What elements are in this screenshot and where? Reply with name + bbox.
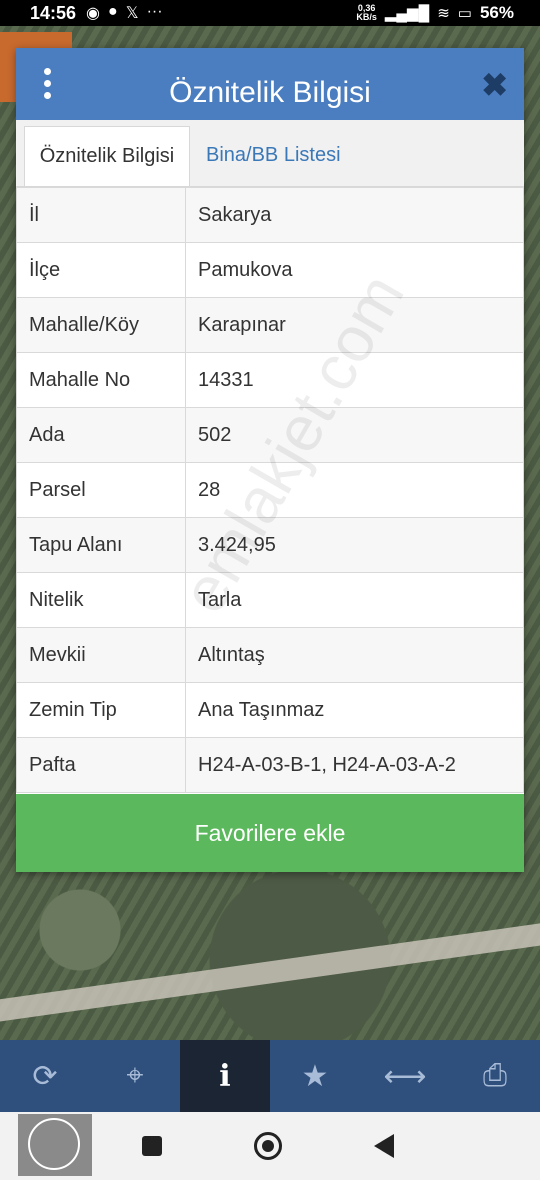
refresh-button[interactable]: ⟳ <box>0 1040 90 1112</box>
add-favorite-button[interactable]: Favorilere ekle <box>16 794 524 872</box>
table-row: Parsel 28 <box>16 462 524 518</box>
print-button[interactable]: ⎙ <box>450 1040 540 1112</box>
table-row: İl Sakarya <box>16 187 524 243</box>
attribute-key: Tapu Alanı <box>16 517 186 573</box>
attribute-value: Altıntaş <box>185 627 524 683</box>
tab-building-list[interactable]: Bina/BB Listesi <box>206 126 341 186</box>
logo-emblem <box>28 1118 80 1170</box>
battery-icon: ▭ <box>457 5 472 22</box>
home-button[interactable] <box>254 1132 282 1160</box>
locate-icon: ⌖ <box>126 1059 144 1092</box>
status-bar: 14:56 ◉ ● 𝕏 ··· 0,36 KB/s ▂▄▆█ ≋ ▭ 56% <box>0 0 540 26</box>
table-row: Mahalle No 14331 <box>16 352 524 408</box>
print-icon: ⎙ <box>483 1059 507 1092</box>
table-row: İlçe Pamukova <box>16 242 524 298</box>
attribute-key: Ada <box>16 407 186 463</box>
dialog-title: Öznitelik Bilgisi <box>169 76 371 109</box>
attribute-value: 3.424,95 <box>185 517 524 573</box>
agency-logo <box>18 1114 92 1176</box>
attribute-key: Mahalle/Köy <box>16 297 186 353</box>
attribute-value: 502 <box>185 407 524 463</box>
more-notifications-icon: ··· <box>146 3 163 20</box>
table-row: Mahalle/Köy Karapınar <box>16 297 524 353</box>
attribute-value: 28 <box>185 462 524 518</box>
attribute-value: Ana Taşınmaz <box>185 682 524 738</box>
measure-button[interactable]: ⟷ <box>360 1040 450 1112</box>
attribute-key: İl <box>16 187 186 243</box>
attribute-dialog: Öznitelik Bilgisi ✖ Öznitelik Bilgisi Bi… <box>16 48 524 872</box>
table-row: Pafta H24-A-03-B-1, H24-A-03-A-2 <box>16 737 524 793</box>
attribute-value: Sakarya <box>185 187 524 243</box>
whatsapp-icon: ◉ <box>86 5 101 22</box>
attribute-value: Tarla <box>185 572 524 628</box>
battery-level: 56% <box>479 3 514 22</box>
attribute-key: Nitelik <box>16 572 186 628</box>
recent-apps-button[interactable] <box>142 1136 162 1156</box>
star-icon: ★ <box>301 1059 329 1093</box>
table-row: Mevkii Altıntaş <box>16 627 524 683</box>
x-app-icon: 𝕏 <box>125 5 139 22</box>
locate-button[interactable]: ⌖ <box>90 1040 180 1112</box>
bottom-toolbar: ⟳ ⌖ i ★ ⟷ ⎙ <box>0 1040 540 1112</box>
attribute-value: Pamukova <box>185 242 524 298</box>
tab-bar: Öznitelik Bilgisi Bina/BB Listesi <box>16 120 524 187</box>
attribute-key: Pafta <box>16 737 186 793</box>
info-button[interactable]: i <box>180 1040 270 1112</box>
table-row: Ada 502 <box>16 407 524 463</box>
dialog-header: Öznitelik Bilgisi ✖ <box>16 48 524 120</box>
attribute-key: İlçe <box>16 242 186 298</box>
attribute-key: Parsel <box>16 462 186 518</box>
star-button[interactable]: ★ <box>270 1040 360 1112</box>
close-icon[interactable]: ✖ <box>481 66 508 104</box>
table-row: Nitelik Tarla <box>16 572 524 628</box>
wifi-icon: ≋ <box>437 5 450 22</box>
attribute-value: H24-A-03-B-1, H24-A-03-A-2 <box>185 737 524 793</box>
status-right: 0,36 KB/s ▂▄▆█ ≋ ▭ 56% <box>356 3 514 23</box>
attribute-table: İl Sakarya İlçe Pamukova Mahalle/Köy Karapına… <box>16 187 524 793</box>
attribute-key: Zemin Tip <box>16 682 186 738</box>
map-road <box>0 918 540 1024</box>
back-button[interactable] <box>374 1134 394 1158</box>
status-time: 14:56 <box>30 2 77 23</box>
notification-icons: ◉ ● 𝕏 ··· <box>86 3 163 23</box>
tab-attribute-info[interactable]: Öznitelik Bilgisi <box>24 126 190 186</box>
attribute-key: Mahalle No <box>16 352 186 408</box>
attribute-value: 14331 <box>185 352 524 408</box>
android-nav-bar <box>0 1112 540 1180</box>
attribute-key: Mevkii <box>16 627 186 683</box>
info-icon: i <box>219 1058 231 1094</box>
signal-icon: ▂▄▆█ <box>384 5 430 22</box>
message-icon: ● <box>108 3 118 20</box>
refresh-icon: ⟳ <box>32 1059 58 1093</box>
table-row: Tapu Alanı 3.424,95 <box>16 517 524 573</box>
network-speed: 0,36 KB/s <box>356 3 377 22</box>
measure-icon: ⟷ <box>383 1059 427 1093</box>
attribute-value: Karapınar <box>185 297 524 353</box>
table-row: Zemin Tip Ana Taşınmaz <box>16 682 524 738</box>
